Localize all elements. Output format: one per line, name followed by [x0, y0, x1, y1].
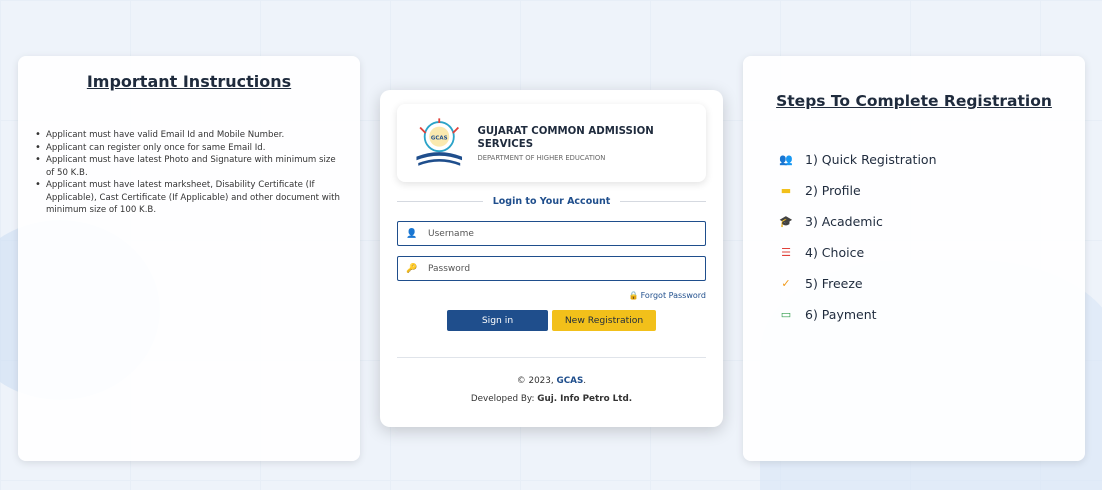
password-input[interactable] [420, 263, 697, 274]
list-icon: ☰ [781, 246, 791, 259]
username-input[interactable] [420, 228, 697, 239]
new-registration-button[interactable]: New Registration [552, 310, 656, 331]
login-section-label: Login to Your Account [397, 196, 706, 207]
developer-credit: Developed By: Guj. Info Petro Ltd. [470, 394, 633, 404]
step-item: ☰ 4) Choice [775, 237, 1055, 268]
steps-panel: Steps To Complete Registration 👥 1) Quic… [743, 56, 1085, 461]
svg-text:GCAS: GCAS [431, 135, 448, 141]
user-plus-icon: 👥 [779, 153, 793, 166]
instruction-item: Applicant can register only once for sam… [35, 142, 346, 155]
steps-title: Steps To Complete Registration [776, 92, 1052, 110]
instruction-item: Applicant must have valid Email Id and M… [35, 129, 346, 142]
money-icon: ▭ [780, 308, 792, 321]
brand-subtitle: DEPARTMENT OF HIGHER EDUCATION [477, 153, 606, 162]
instructions-title: Important Instructions [86, 72, 292, 91]
brand-title: GUJARAT COMMON ADMISSION SERVICES [477, 125, 654, 150]
user-icon: 👤 [406, 228, 418, 239]
key-icon: 🔑 [406, 263, 418, 274]
sign-in-button[interactable]: Sign in [447, 310, 548, 331]
graduation-cap-icon: 🎓 [779, 215, 793, 228]
forgot-password-label: Forgot Password [640, 291, 706, 300]
step-item: ▭ 6) Payment [775, 299, 1055, 330]
check-icon: ✓ [781, 277, 791, 290]
step-item: 🎓 3) Academic [775, 206, 1055, 237]
step-item: 👥 1) Quick Registration [775, 144, 1055, 175]
copyright: © 2023, GCAS. [516, 376, 587, 386]
login-footer: © 2023, GCAS. Developed By: Guj. Info Pe… [397, 372, 706, 408]
instruction-item: Applicant must have latest marksheet, Di… [35, 179, 346, 217]
password-field[interactable]: 🔑 [397, 256, 706, 281]
step-item: ▬ 2) Profile [775, 175, 1055, 206]
login-card: GCAS GUJARAT COMMON ADMISSION SERVICES D… [380, 90, 723, 427]
step-item: ✓ 5) Freeze [775, 268, 1055, 299]
steps-list: 👥 1) Quick Registration ▬ 2) Profile 🎓 3… [773, 144, 1055, 330]
gcas-logo: GCAS [416, 118, 463, 166]
instruction-item: Applicant must have latest Photo and Sig… [35, 154, 346, 179]
id-card-icon: ▬ [780, 184, 792, 197]
lock-icon: 🔒 [628, 291, 639, 300]
instructions-panel: Important Instructions Applicant must ha… [18, 56, 360, 461]
brand-header: GCAS GUJARAT COMMON ADMISSION SERVICES D… [397, 104, 706, 182]
login-heading: Login to Your Account [492, 196, 611, 207]
footer-gcas-link[interactable]: GCAS [556, 376, 583, 386]
forgot-password-link[interactable]: 🔒 Forgot Password [397, 291, 706, 300]
instructions-list: Applicant must have valid Email Id and M… [32, 129, 346, 217]
username-field[interactable]: 👤 [397, 221, 706, 246]
